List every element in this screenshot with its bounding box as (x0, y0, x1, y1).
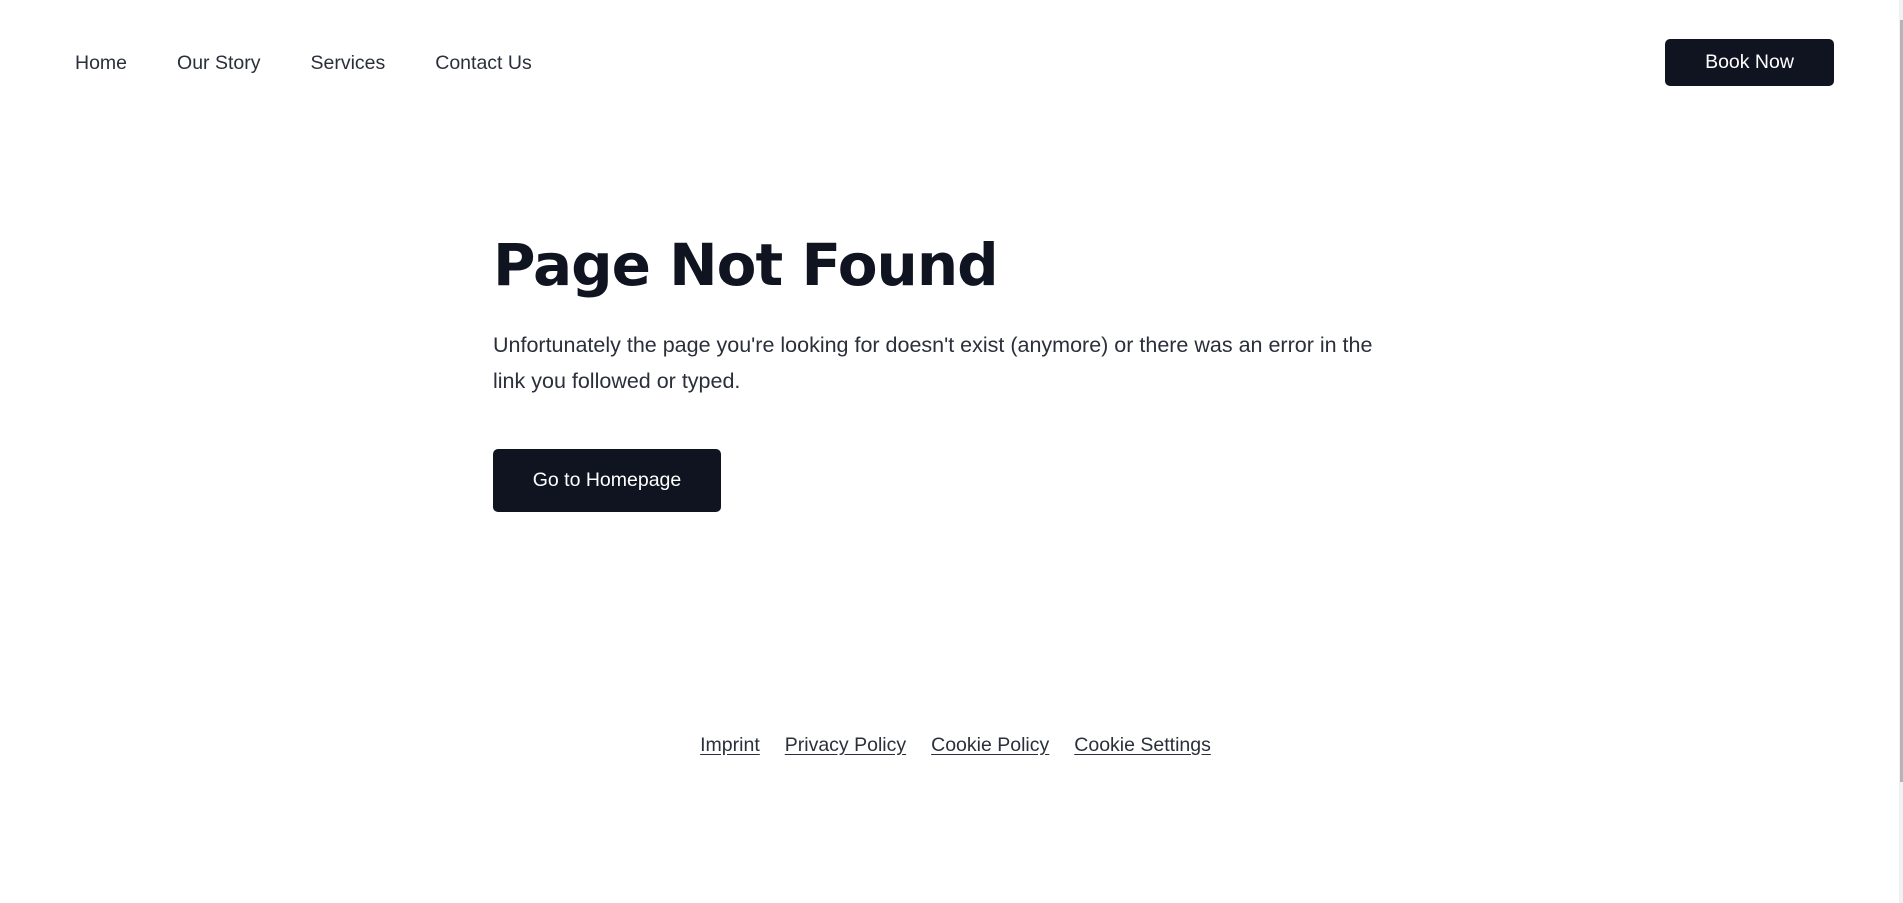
not-found-section: Page Not Found Unfortunately the page yo… (493, 220, 1393, 512)
site-header: Home Our Story Services Contact Us Book … (0, 0, 1899, 126)
site-footer: Imprint Privacy Policy Cookie Policy Coo… (0, 731, 1899, 759)
nav-link-contact-us[interactable]: Contact Us (435, 49, 531, 77)
book-now-button[interactable]: Book Now (1665, 39, 1834, 86)
go-to-homepage-button[interactable]: Go to Homepage (493, 449, 721, 512)
vertical-scrollbar[interactable] (1899, 0, 1903, 903)
nav-link-home[interactable]: Home (75, 49, 127, 77)
footer-links: Imprint Privacy Policy Cookie Policy Coo… (700, 731, 1211, 759)
error-description: Unfortunately the page you're looking fo… (493, 333, 1373, 393)
footer-link-imprint[interactable]: Imprint (700, 731, 760, 759)
page: Home Our Story Services Contact Us Book … (0, 0, 1899, 903)
nav-link-services[interactable]: Services (310, 49, 385, 77)
main-nav: Home Our Story Services Contact Us (75, 49, 582, 77)
nav-link-our-story[interactable]: Our Story (177, 49, 260, 77)
footer-link-privacy-policy[interactable]: Privacy Policy (785, 731, 906, 759)
page-title: Page Not Found (493, 231, 999, 299)
footer-link-cookie-settings[interactable]: Cookie Settings (1074, 731, 1211, 759)
footer-link-cookie-policy[interactable]: Cookie Policy (931, 731, 1049, 759)
